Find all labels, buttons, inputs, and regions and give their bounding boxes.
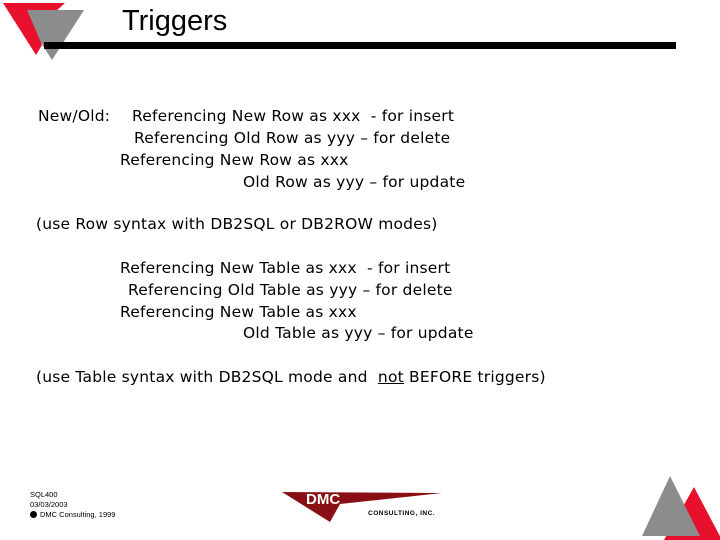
- gray-red-triangle-logo-icon: [642, 476, 720, 540]
- table-note-text-before: (use Table syntax with DB2SQL mode and: [36, 368, 378, 386]
- table-line-3: Referencing New Table as xxx: [120, 303, 357, 321]
- red-gray-triangle-logo-icon: [3, 3, 84, 60]
- table-note-emphasis-not: not: [377, 368, 404, 386]
- row-line-2: Referencing Old Row as yyy – for delete: [134, 129, 451, 147]
- dmc-logo-subtitle: CONSULTING, INC.: [368, 510, 436, 517]
- dmc-logo-name: DMC: [306, 491, 341, 508]
- footer-copyright: DMC Consulting, 1999: [40, 510, 116, 519]
- new-old-label: New/Old:: [38, 107, 111, 125]
- footer-date: 03/03/2003: [30, 500, 68, 509]
- dmc-consulting-logo: DMC CONSULTING, INC.: [280, 488, 450, 526]
- table-syntax-note: (use Table syntax with DB2SQL mode and n…: [36, 367, 546, 387]
- row-line-3: Referencing New Row as xxx: [120, 151, 349, 169]
- slide-title: Triggers: [122, 5, 228, 37]
- table-line-4: Old Table as yyy – for update: [243, 324, 474, 342]
- copyright-icon: [30, 511, 37, 518]
- table-line-2: Referencing Old Table as yyy – for delet…: [128, 281, 453, 299]
- slide-footer: SQL400 03/03/2003 DMC Consulting, 1999: [30, 490, 115, 520]
- footer-copyright-line: DMC Consulting, 1999: [30, 510, 115, 520]
- row-line-4: Old Row as yyy – for update: [243, 173, 466, 191]
- footer-course: SQL400: [30, 490, 58, 499]
- row-line-1: Referencing New Row as xxx - for insert: [132, 107, 455, 125]
- table-note-text-after: BEFORE triggers): [403, 368, 546, 386]
- title-underline-rule: [44, 42, 676, 49]
- table-line-1: Referencing New Table as xxx - for inser…: [120, 259, 451, 277]
- row-syntax-note: (use Row syntax with DB2SQL or DB2ROW mo…: [36, 215, 438, 233]
